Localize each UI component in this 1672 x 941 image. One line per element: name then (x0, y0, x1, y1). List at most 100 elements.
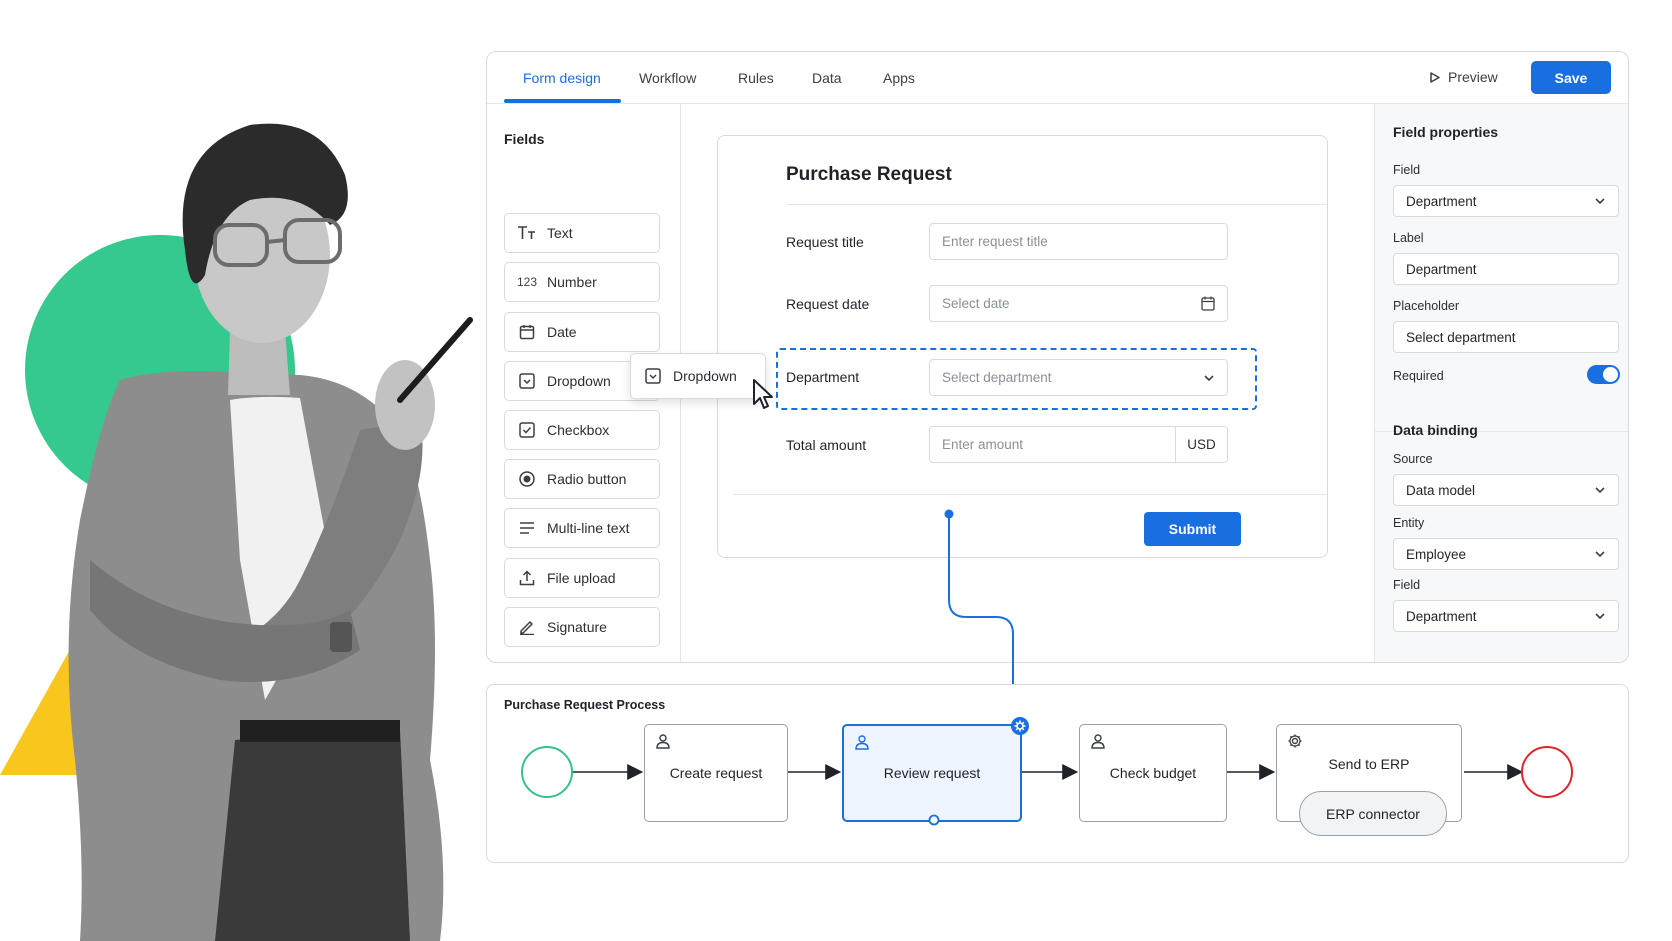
placeholder-label: Placeholder (1393, 299, 1460, 313)
gear-icon (1288, 734, 1302, 748)
field-item-label: Text (547, 225, 573, 241)
chevron-down-icon (1595, 551, 1605, 558)
form-canvas: Purchase Request Request title Enter req… (717, 135, 1328, 558)
request-date-placeholder: Select date (942, 296, 1010, 311)
process-node-create-request[interactable]: Create request (644, 724, 788, 822)
field-item-label: Multi-line text (547, 520, 630, 536)
dragged-field-label: Dropdown (673, 368, 737, 384)
user-icon (656, 734, 670, 749)
total-amount-input[interactable]: Enter amount USD (929, 426, 1228, 463)
erp-connector[interactable]: ERP connector (1299, 791, 1447, 836)
submit-button[interactable]: Submit (1144, 512, 1241, 546)
field-item-text[interactable]: Text (504, 213, 660, 253)
dropdown-icon (643, 366, 663, 386)
node-label: Create request (669, 765, 763, 781)
user-icon (1091, 734, 1105, 749)
request-date-label: Request date (786, 296, 870, 312)
calendar-icon[interactable] (1201, 296, 1215, 311)
preview-button[interactable]: Preview (1430, 69, 1498, 85)
source-select-value: Data model (1406, 482, 1476, 498)
total-amount-label: Total amount (786, 437, 867, 453)
save-button[interactable]: Save (1531, 61, 1611, 94)
field-item-signature[interactable]: Signature (504, 607, 660, 647)
field-label: Field (1393, 163, 1421, 177)
entity-label: Entity (1393, 516, 1425, 530)
gear-icon[interactable] (1010, 716, 1030, 736)
required-toggle[interactable] (1587, 365, 1620, 384)
process-node-check-budget[interactable]: Check budget (1079, 724, 1227, 822)
department-placeholder: Select department (942, 370, 1052, 385)
entity-select-value: Employee (1406, 546, 1467, 562)
chevron-down-icon (1204, 375, 1214, 382)
tab-form-design[interactable]: Form design (523, 70, 601, 86)
source-select[interactable]: Data model (1393, 474, 1619, 506)
connection-handle[interactable] (928, 814, 940, 826)
field-properties-panel: Field properties Field Department Label … (1374, 104, 1628, 662)
properties-title: Field properties (1393, 124, 1499, 140)
number-icon: 123 (516, 275, 538, 289)
divider (733, 494, 1327, 495)
field-item-label: Checkbox (547, 422, 610, 438)
data-binding-title: Data binding (1393, 422, 1478, 438)
toggle-knob (1603, 367, 1618, 382)
node-label: Review request (883, 765, 981, 781)
field-item-label: Signature (547, 619, 607, 635)
divider (786, 204, 1327, 205)
field-item-checkbox[interactable]: Checkbox (504, 410, 660, 450)
field-item-number[interactable]: 123 Number (504, 262, 660, 302)
end-event (1521, 746, 1573, 798)
dragged-field-ghost[interactable]: Dropdown (630, 353, 766, 399)
fields-title: Fields (504, 131, 545, 147)
tab-workflow[interactable]: Workflow (639, 70, 696, 86)
field-item-label: Number (547, 274, 597, 290)
label-label: Label (1393, 231, 1424, 245)
binding-field-select-value: Department (1406, 608, 1477, 624)
pen-icon (517, 617, 537, 637)
chevron-down-icon (1595, 487, 1605, 494)
total-amount-placeholder: Enter amount (942, 437, 1024, 452)
tab-data[interactable]: Data (812, 70, 842, 86)
required-label: Required (1393, 369, 1444, 383)
placeholder-input[interactable]: Select department (1393, 321, 1619, 353)
tab-apps[interactable]: Apps (883, 70, 915, 86)
user-icon (855, 735, 869, 750)
field-item-multiline[interactable]: Multi-line text (504, 508, 660, 548)
field-item-radio[interactable]: Radio button (504, 459, 660, 499)
calendar-icon (517, 322, 537, 342)
text-type-icon (517, 223, 537, 243)
chevron-down-icon (1595, 613, 1605, 620)
field-item-label: Dropdown (547, 373, 611, 389)
hero-illustration (0, 123, 473, 941)
field-select[interactable]: Department (1393, 185, 1619, 217)
field-select-value: Department (1406, 193, 1477, 209)
request-title-input[interactable]: Enter request title (929, 223, 1228, 260)
source-label: Source (1393, 452, 1433, 466)
form-title: Purchase Request (786, 164, 952, 185)
dropdown-icon (517, 371, 537, 391)
field-item-file-upload[interactable]: File upload (504, 558, 660, 598)
entity-select[interactable]: Employee (1393, 538, 1619, 570)
upload-icon (517, 568, 537, 588)
start-event (521, 746, 573, 798)
multiline-icon (517, 518, 537, 538)
play-icon (1430, 71, 1440, 83)
process-node-review-request[interactable]: Review request (842, 717, 1029, 826)
field-item-label: Date (547, 324, 577, 340)
currency-suffix: USD (1175, 427, 1227, 462)
request-date-input[interactable]: Select date (929, 285, 1228, 322)
process-diagram-panel: Purchase Request Process Create request … (486, 684, 1629, 863)
field-item-date[interactable]: Date (504, 312, 660, 352)
chevron-down-icon (1595, 198, 1605, 205)
editor-tabbar: Form design Workflow Rules Data Apps Pre… (487, 52, 1628, 104)
tab-rules[interactable]: Rules (738, 70, 774, 86)
radio-icon (517, 469, 537, 489)
field-item-label: Radio button (547, 471, 627, 487)
binding-field-select[interactable]: Department (1393, 600, 1619, 632)
active-tab-indicator (504, 99, 621, 103)
preview-label: Preview (1448, 69, 1498, 85)
binding-field-label: Field (1393, 578, 1421, 592)
department-select[interactable]: Select department (929, 359, 1228, 396)
node-label: Send to ERP (1328, 756, 1410, 772)
label-input[interactable]: Department (1393, 253, 1619, 285)
checkbox-icon (517, 420, 537, 440)
